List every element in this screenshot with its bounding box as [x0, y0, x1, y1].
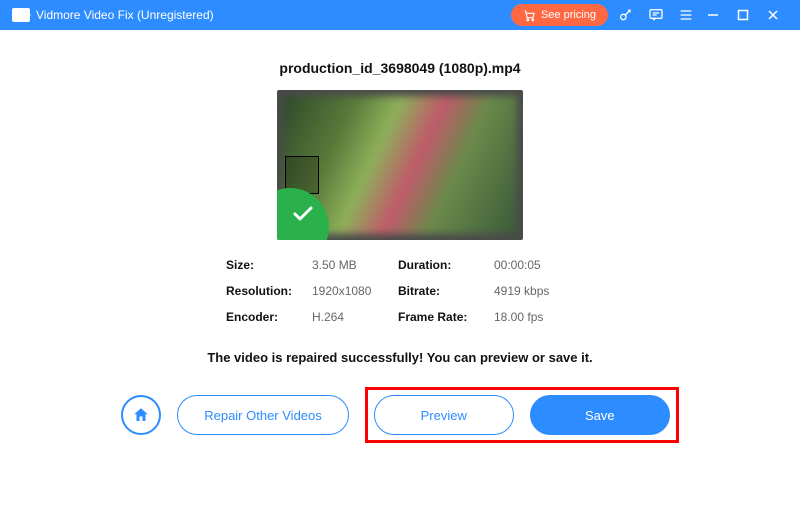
pricing-label: See pricing: [541, 9, 596, 21]
status-message: The video is repaired successfully! You …: [207, 350, 592, 365]
resolution-label: Resolution:: [226, 284, 306, 298]
feedback-icon[interactable]: [644, 3, 668, 27]
see-pricing-button[interactable]: See pricing: [511, 4, 608, 26]
action-bar: Repair Other Videos Preview Save: [121, 387, 679, 443]
main-content: production_id_3698049 (1080p).mp4 Size: …: [0, 30, 800, 443]
titlebar: Vidmore Video Fix (Unregistered) See pri…: [0, 0, 800, 30]
size-label: Size:: [226, 258, 306, 272]
preview-button[interactable]: Preview: [374, 395, 514, 435]
framerate-value: 18.00 fps: [494, 310, 574, 324]
encoder-value: H.264: [312, 310, 392, 324]
home-button[interactable]: [121, 395, 161, 435]
video-thumbnail: [277, 90, 523, 240]
minimize-button[interactable]: [698, 9, 728, 21]
maximize-button[interactable]: [728, 9, 758, 21]
encoder-label: Encoder:: [226, 310, 306, 324]
duration-value: 00:00:05: [494, 258, 574, 272]
home-icon: [132, 406, 150, 424]
logo-icon: [12, 8, 30, 22]
bitrate-value: 4919 kbps: [494, 284, 574, 298]
resolution-value: 1920x1080: [312, 284, 392, 298]
cart-icon: [523, 9, 536, 22]
app-logo: Vidmore Video Fix (Unregistered): [12, 8, 214, 22]
video-metadata: Size: 3.50 MB Duration: 00:00:05 Resolut…: [226, 258, 574, 324]
filename-label: production_id_3698049 (1080p).mp4: [279, 60, 520, 76]
close-button[interactable]: [758, 9, 788, 21]
size-value: 3.50 MB: [312, 258, 392, 272]
repair-other-videos-button[interactable]: Repair Other Videos: [177, 395, 349, 435]
save-button[interactable]: Save: [530, 395, 670, 435]
checkmark-icon: [291, 202, 315, 226]
key-icon[interactable]: [614, 3, 638, 27]
app-title: Vidmore Video Fix (Unregistered): [36, 8, 214, 22]
highlight-annotation: Preview Save: [365, 387, 679, 443]
framerate-label: Frame Rate:: [398, 310, 488, 324]
duration-label: Duration:: [398, 258, 488, 272]
bitrate-label: Bitrate:: [398, 284, 488, 298]
menu-icon[interactable]: [674, 3, 698, 27]
